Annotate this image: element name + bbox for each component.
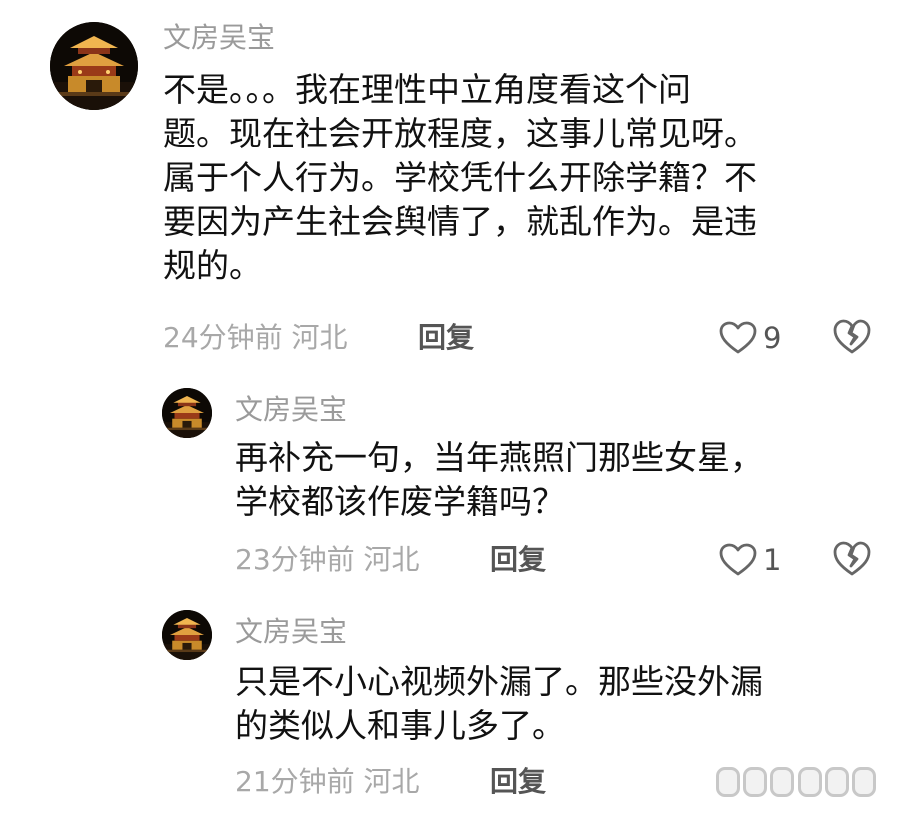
drum-tower-photo-icon	[162, 388, 212, 438]
reply-button[interactable]: 回复	[418, 318, 474, 358]
like-count: 1	[763, 543, 782, 577]
watermark-mark	[743, 767, 768, 797]
comment-location: 河北	[363, 543, 420, 576]
comment-time: 24分钟前	[163, 321, 283, 354]
comment-text-line: 题。现在社会开放程度，这事儿常见呀。	[163, 114, 757, 153]
like-count: 9	[763, 321, 782, 355]
watermark-mark	[716, 767, 740, 797]
heart-outline-icon	[719, 543, 757, 576]
like-button[interactable]: 1	[719, 540, 781, 580]
comment-text-line: 规的。	[163, 246, 262, 285]
avatar[interactable]	[162, 388, 212, 438]
comment-location: 河北	[363, 765, 420, 798]
comment-meta: 24分钟前 河北 回复 9	[163, 318, 883, 358]
watermark-mark	[797, 767, 822, 797]
comment-time-location: 24分钟前 河北	[163, 318, 348, 358]
comment-text: 再补充一句，当年燕照门那些女星， 学校都该作废学籍吗？	[235, 436, 885, 524]
comment-text-line: 的类似人和事儿多了。	[235, 706, 565, 745]
comment-time-location: 21分钟前 河北	[235, 762, 420, 802]
watermark-mark	[824, 767, 849, 797]
comment-text-line: 属于个人行为。学校凭什么开除学籍？不	[163, 158, 757, 197]
reply-button[interactable]: 回复	[490, 762, 546, 802]
username[interactable]: 文房吴宝	[235, 394, 347, 426]
broken-heart-icon	[833, 319, 871, 354]
comment-text-line: 学校都该作废学籍吗？	[235, 482, 565, 521]
comment-text-line: 不是。。。我在理性中立角度看这个问	[163, 70, 691, 109]
username[interactable]: 文房吴宝	[163, 22, 275, 54]
broken-heart-icon	[833, 541, 871, 576]
dislike-button[interactable]	[833, 319, 871, 355]
comment-text-line: 要因为产生社会舆情了，就乱作为。是违	[163, 202, 757, 241]
reply-button[interactable]: 回复	[490, 540, 546, 580]
username[interactable]: 文房吴宝	[235, 616, 347, 648]
drum-tower-photo-icon	[50, 22, 138, 110]
avatar[interactable]	[50, 22, 138, 110]
comment-text: 只是不小心视频外漏了。那些没外漏 的类似人和事儿多了。	[235, 660, 885, 748]
comment-time-location: 23分钟前 河北	[235, 540, 420, 580]
comment-text-line: 再补充一句，当年燕照门那些女星，	[235, 438, 763, 477]
comment-location: 河北	[291, 321, 348, 354]
obscured-actions	[716, 760, 876, 804]
comment-text-line: 只是不小心视频外漏了。那些没外漏	[235, 662, 763, 701]
watermark-mark	[851, 767, 876, 797]
comment-meta: 23分钟前 河北 回复 1	[235, 540, 885, 580]
comment-text: 不是。。。我在理性中立角度看这个问 题。现在社会开放程度，这事儿常见呀。 属于个…	[163, 68, 883, 288]
dislike-button[interactable]	[833, 541, 871, 577]
watermark-mark	[770, 767, 795, 797]
comment-time: 21分钟前	[235, 765, 355, 798]
like-button[interactable]: 9	[719, 318, 781, 358]
heart-outline-icon	[719, 321, 757, 354]
comment-time: 23分钟前	[235, 543, 355, 576]
drum-tower-photo-icon	[162, 610, 212, 660]
avatar[interactable]	[162, 610, 212, 660]
